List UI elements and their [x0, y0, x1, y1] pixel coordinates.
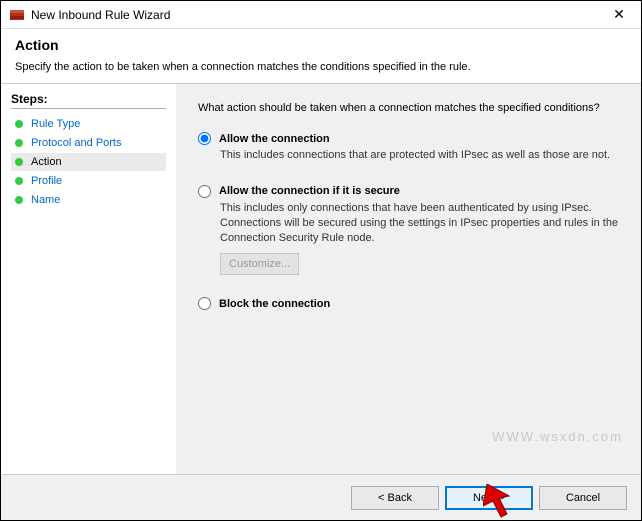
next-button[interactable]: Next >: [445, 486, 533, 510]
titlebar: New Inbound Rule Wizard ✕: [1, 1, 641, 29]
wizard-footer: < Back Next > Cancel: [1, 474, 641, 520]
step-bullet-icon: [15, 139, 23, 147]
option-allow-row[interactable]: Allow the connection: [198, 132, 619, 145]
content-intro: What action should be taken when a conne…: [198, 102, 619, 114]
option-block-row[interactable]: Block the connection: [198, 297, 619, 310]
option-allow-secure-row[interactable]: Allow the connection if it is secure: [198, 185, 619, 198]
sidebar-item-label: Rule Type: [31, 118, 80, 130]
sidebar-item-name[interactable]: Name: [11, 191, 166, 209]
option-allow-label: Allow the connection: [219, 133, 330, 145]
page-subtitle: Specify the action to be taken when a co…: [15, 61, 627, 73]
option-allow: Allow the connection This includes conne…: [198, 132, 619, 163]
step-bullet-icon: [15, 196, 23, 204]
option-allow-desc: This includes connections that are prote…: [220, 148, 619, 163]
close-icon[interactable]: ✕: [605, 6, 633, 23]
back-button[interactable]: < Back: [351, 486, 439, 510]
sidebar-item-rule-type[interactable]: Rule Type: [11, 115, 166, 133]
radio-block[interactable]: [198, 297, 211, 310]
customize-button: Customize...: [220, 253, 299, 275]
step-bullet-icon: [15, 158, 23, 166]
radio-allow[interactable]: [198, 132, 211, 145]
sidebar-item-protocol-ports[interactable]: Protocol and Ports: [11, 134, 166, 152]
radio-allow-secure[interactable]: [198, 185, 211, 198]
step-bullet-icon: [15, 120, 23, 128]
option-allow-secure-desc: This includes only connections that have…: [220, 201, 619, 246]
wizard-content: What action should be taken when a conne…: [176, 84, 641, 498]
wizard-header: Action Specify the action to be taken wh…: [1, 29, 641, 83]
sidebar-item-profile[interactable]: Profile: [11, 172, 166, 190]
option-block-label: Block the connection: [219, 298, 330, 310]
sidebar-item-action[interactable]: Action: [11, 153, 166, 171]
steps-title: Steps:: [11, 92, 176, 106]
window-title: New Inbound Rule Wizard: [31, 8, 605, 22]
option-allow-secure: Allow the connection if it is secure Thi…: [198, 185, 619, 276]
step-bullet-icon: [15, 177, 23, 185]
steps-sidebar: Steps: Rule Type Protocol and Ports Acti…: [1, 84, 176, 498]
option-block: Block the connection: [198, 297, 619, 310]
watermark-text: WWW.wsxdn.com: [492, 429, 623, 444]
sidebar-item-label: Action: [31, 156, 62, 168]
steps-divider: [11, 108, 166, 109]
sidebar-item-label: Name: [31, 194, 60, 206]
sidebar-item-label: Profile: [31, 175, 62, 187]
wizard-body: Steps: Rule Type Protocol and Ports Acti…: [1, 83, 641, 498]
cancel-button[interactable]: Cancel: [539, 486, 627, 510]
sidebar-item-label: Protocol and Ports: [31, 137, 122, 149]
page-title: Action: [15, 37, 627, 53]
option-allow-secure-label: Allow the connection if it is secure: [219, 185, 400, 197]
firewall-icon: [9, 7, 25, 23]
